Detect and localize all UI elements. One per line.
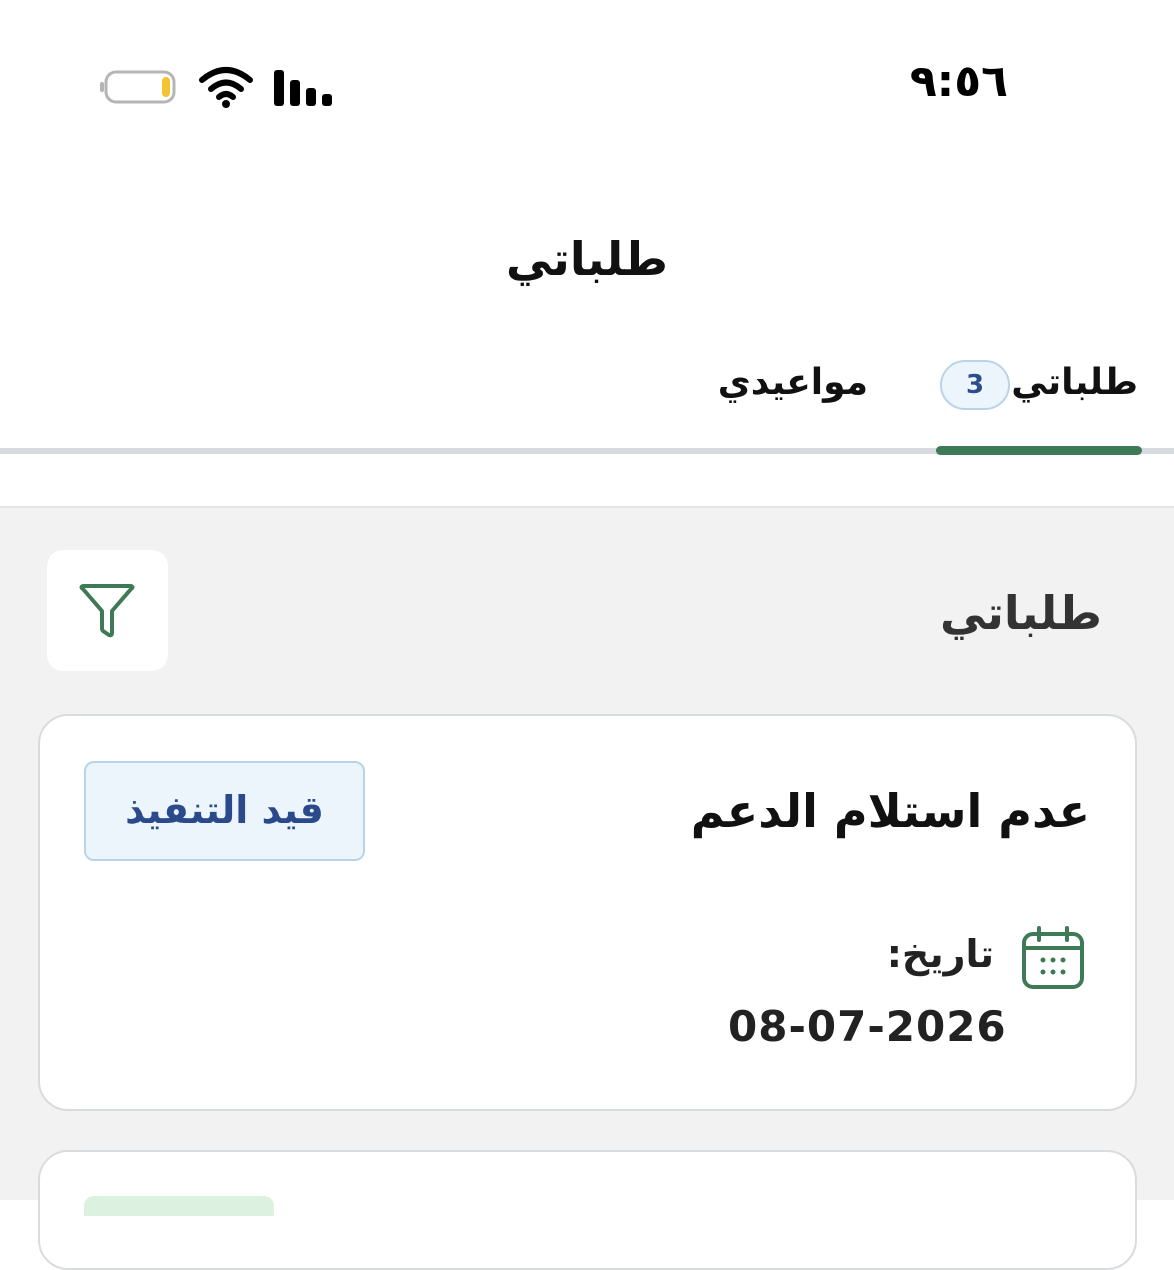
tab-my-requests[interactable]: طلباتي <box>1011 362 1138 403</box>
filter-button[interactable] <box>47 550 168 671</box>
section-title: طلباتي <box>940 586 1102 640</box>
tab-requests-count-badge: 3 <box>940 360 1010 410</box>
status-badge: قيد التنفيذ <box>84 761 365 861</box>
date-value: 08-07-2026 <box>728 1002 1007 1051</box>
signal-bars-icon <box>274 70 332 106</box>
date-label: تاريخ: <box>886 932 994 976</box>
status-time: ٩:٥٦ <box>909 56 1008 107</box>
wifi-icon <box>199 67 253 108</box>
battery-low-icon <box>100 70 176 104</box>
calendar-icon <box>1022 926 1084 989</box>
page-title: طلباتي <box>506 232 668 286</box>
filter-icon <box>79 584 135 638</box>
status-badge <box>84 1196 274 1216</box>
tab-my-appointments[interactable]: مواعيدي <box>718 362 868 403</box>
request-title: عدم استلام الدعم <box>690 784 1090 838</box>
tab-active-indicator <box>936 446 1142 455</box>
